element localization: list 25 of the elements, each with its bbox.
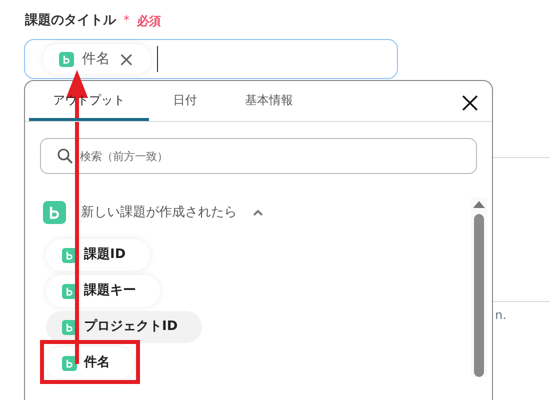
chip-label: 件名 [82, 50, 110, 68]
group-title: 新しい課題が作成されたら [81, 204, 237, 222]
output-item[interactable]: プロジェクトID [46, 311, 202, 343]
app-logo-icon [59, 52, 74, 66]
scrollbar[interactable] [471, 197, 487, 377]
description-text: n. [495, 307, 506, 324]
required-text: 必須 [137, 12, 161, 30]
output-item[interactable]: 課題ID [46, 239, 150, 271]
output-item[interactable]: 課題キー [46, 275, 160, 307]
output-item[interactable]: 件名 [46, 347, 134, 379]
search-icon [57, 148, 73, 164]
text-cursor [156, 46, 158, 72]
search-field[interactable]: 検索（前方一致） [40, 138, 477, 174]
app-logo-icon [43, 201, 66, 224]
field-label: 課題のタイトル [25, 12, 116, 30]
app-logo-icon [62, 356, 77, 370]
remove-button[interactable]: × [118, 49, 135, 69]
title-input-field[interactable]: 件名 × [24, 39, 398, 79]
required-mark: ＊ [120, 12, 133, 30]
tab[interactable]: 基本情報 [221, 80, 317, 121]
close-icon[interactable] [462, 95, 478, 111]
tab[interactable]: 日付 [149, 80, 221, 121]
scroll-up-icon[interactable] [473, 201, 485, 208]
variable-chip[interactable]: 件名 × [43, 44, 151, 74]
scrollbar-thumb[interactable] [474, 214, 484, 377]
